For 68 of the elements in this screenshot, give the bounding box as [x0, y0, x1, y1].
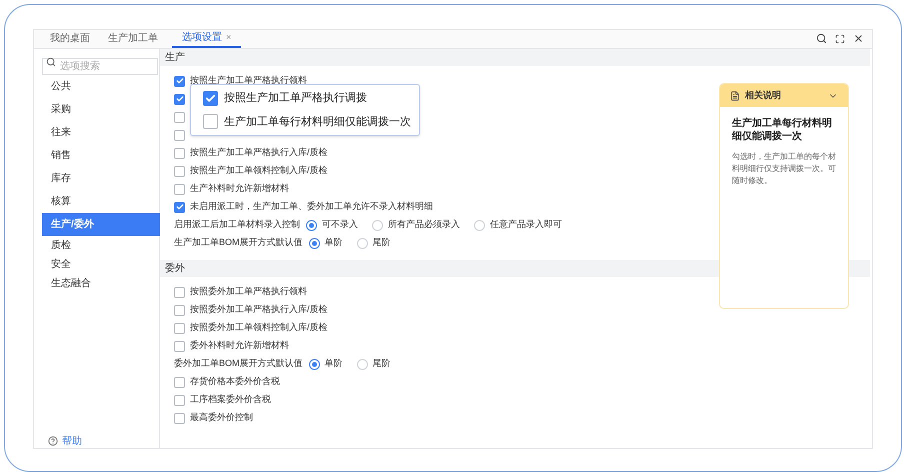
- radio-label: 单阶: [324, 236, 343, 250]
- checkbox[interactable]: [174, 166, 185, 176]
- panel-title: 相关说明: [745, 88, 782, 102]
- option-label: 按照委外加工单领料控制入库/质检: [190, 321, 328, 334]
- option-label: 最高委外价控制: [190, 411, 253, 424]
- checkbox[interactable]: [174, 76, 185, 86]
- checkbox[interactable]: [174, 286, 185, 298]
- checkbox[interactable]: [203, 90, 218, 106]
- option-label: 生产补料时允许新增材料: [190, 182, 289, 196]
- popup-option-label: 生产加工单每行材料明细仅能调拨一次: [224, 114, 411, 130]
- sidebar-item[interactable]: 核算: [42, 190, 160, 213]
- close-icon[interactable]: [853, 33, 864, 44]
- sidebar-item[interactable]: 公共: [42, 75, 160, 98]
- option-label: 存货价格本委外价含税: [190, 375, 280, 388]
- checkbox[interactable]: [174, 202, 185, 212]
- checkbox[interactable]: [203, 114, 218, 130]
- checkbox[interactable]: [174, 94, 185, 104]
- checkbox[interactable]: [174, 304, 185, 316]
- checkbox[interactable]: [174, 322, 185, 334]
- help-icon: [48, 436, 58, 446]
- option-label: 按照生产加工单领料控制入库/质检: [190, 164, 328, 178]
- radio-label: 尾阶: [372, 357, 391, 370]
- sidebar-item[interactable]: 库存: [42, 167, 160, 190]
- search-icon: [46, 57, 56, 67]
- option-label: 按照委外加工单严格执行入库/质检: [190, 303, 328, 316]
- help-link[interactable]: 帮助: [42, 434, 159, 448]
- sidebar-item[interactable]: 采购: [42, 98, 160, 121]
- checkbox[interactable]: [174, 394, 185, 406]
- sidebar-item[interactable]: 往来: [42, 121, 160, 144]
- section-header: 生产: [160, 49, 870, 66]
- setting-label: 启用派工后加工单材料录入控制: [174, 218, 300, 232]
- search-icon[interactable]: [816, 33, 827, 44]
- panel-body: 勾选时，生产加工单的每个材料明细行仅支持调拨一次。可随时修改。: [731, 151, 837, 187]
- checkbox[interactable]: [174, 412, 185, 424]
- sidebar-item[interactable]: 销售: [42, 144, 160, 167]
- radio-label: 所有产品必须录入: [388, 218, 460, 232]
- option-label: 按照生产加工单严格执行入库/质检: [190, 146, 328, 160]
- sidebar-item[interactable]: 生产/委外: [42, 213, 160, 236]
- option-label: 委外补料时允许新增材料: [190, 339, 289, 352]
- option-label: 按照生产加工单严格执行领料: [190, 74, 307, 88]
- sidebar-item[interactable]: 安全: [42, 255, 160, 274]
- radio-button[interactable]: [308, 358, 320, 370]
- sidebar-item[interactable]: 质检: [42, 236, 160, 255]
- search-field[interactable]: 选项搜索: [42, 58, 158, 75]
- panel-heading: 生产加工单每行材料明细仅能调拨一次: [730, 116, 833, 143]
- radio-button[interactable]: [308, 238, 320, 248]
- checkbox[interactable]: [174, 376, 185, 388]
- checkbox[interactable]: [174, 184, 185, 194]
- setting-label: 委外加工单BOM展开方式默认值: [174, 357, 303, 370]
- checkbox[interactable]: [174, 340, 185, 352]
- checkbox[interactable]: [174, 148, 185, 158]
- popup-option-label: 按照生产加工单严格执行调拨: [224, 90, 367, 106]
- radio-label: 单阶: [324, 357, 343, 370]
- document-icon: [730, 90, 740, 100]
- checkbox[interactable]: [174, 112, 185, 122]
- radio-label: 任意产品录入即可: [490, 218, 562, 232]
- tab[interactable]: 我的桌面: [46, 29, 94, 48]
- sidebar-item[interactable]: 生态融合: [42, 274, 160, 293]
- radio-label: 尾阶: [372, 236, 391, 250]
- checkbox[interactable]: [174, 130, 185, 140]
- option-label: 未启用派工时，生产加工单、委外加工单允许不录入材料明细: [190, 200, 433, 214]
- option-label: 工序档案委外价含税: [190, 393, 271, 406]
- fullscreen-icon[interactable]: [835, 34, 845, 44]
- option-label: 按照委外加工单严格执行领料: [190, 285, 307, 298]
- radio-label: 可不录入: [322, 218, 358, 232]
- setting-label: 生产加工单BOM展开方式默认值: [174, 236, 303, 250]
- tab[interactable]: 生产加工单: [104, 29, 162, 48]
- radio-button[interactable]: [306, 220, 317, 230]
